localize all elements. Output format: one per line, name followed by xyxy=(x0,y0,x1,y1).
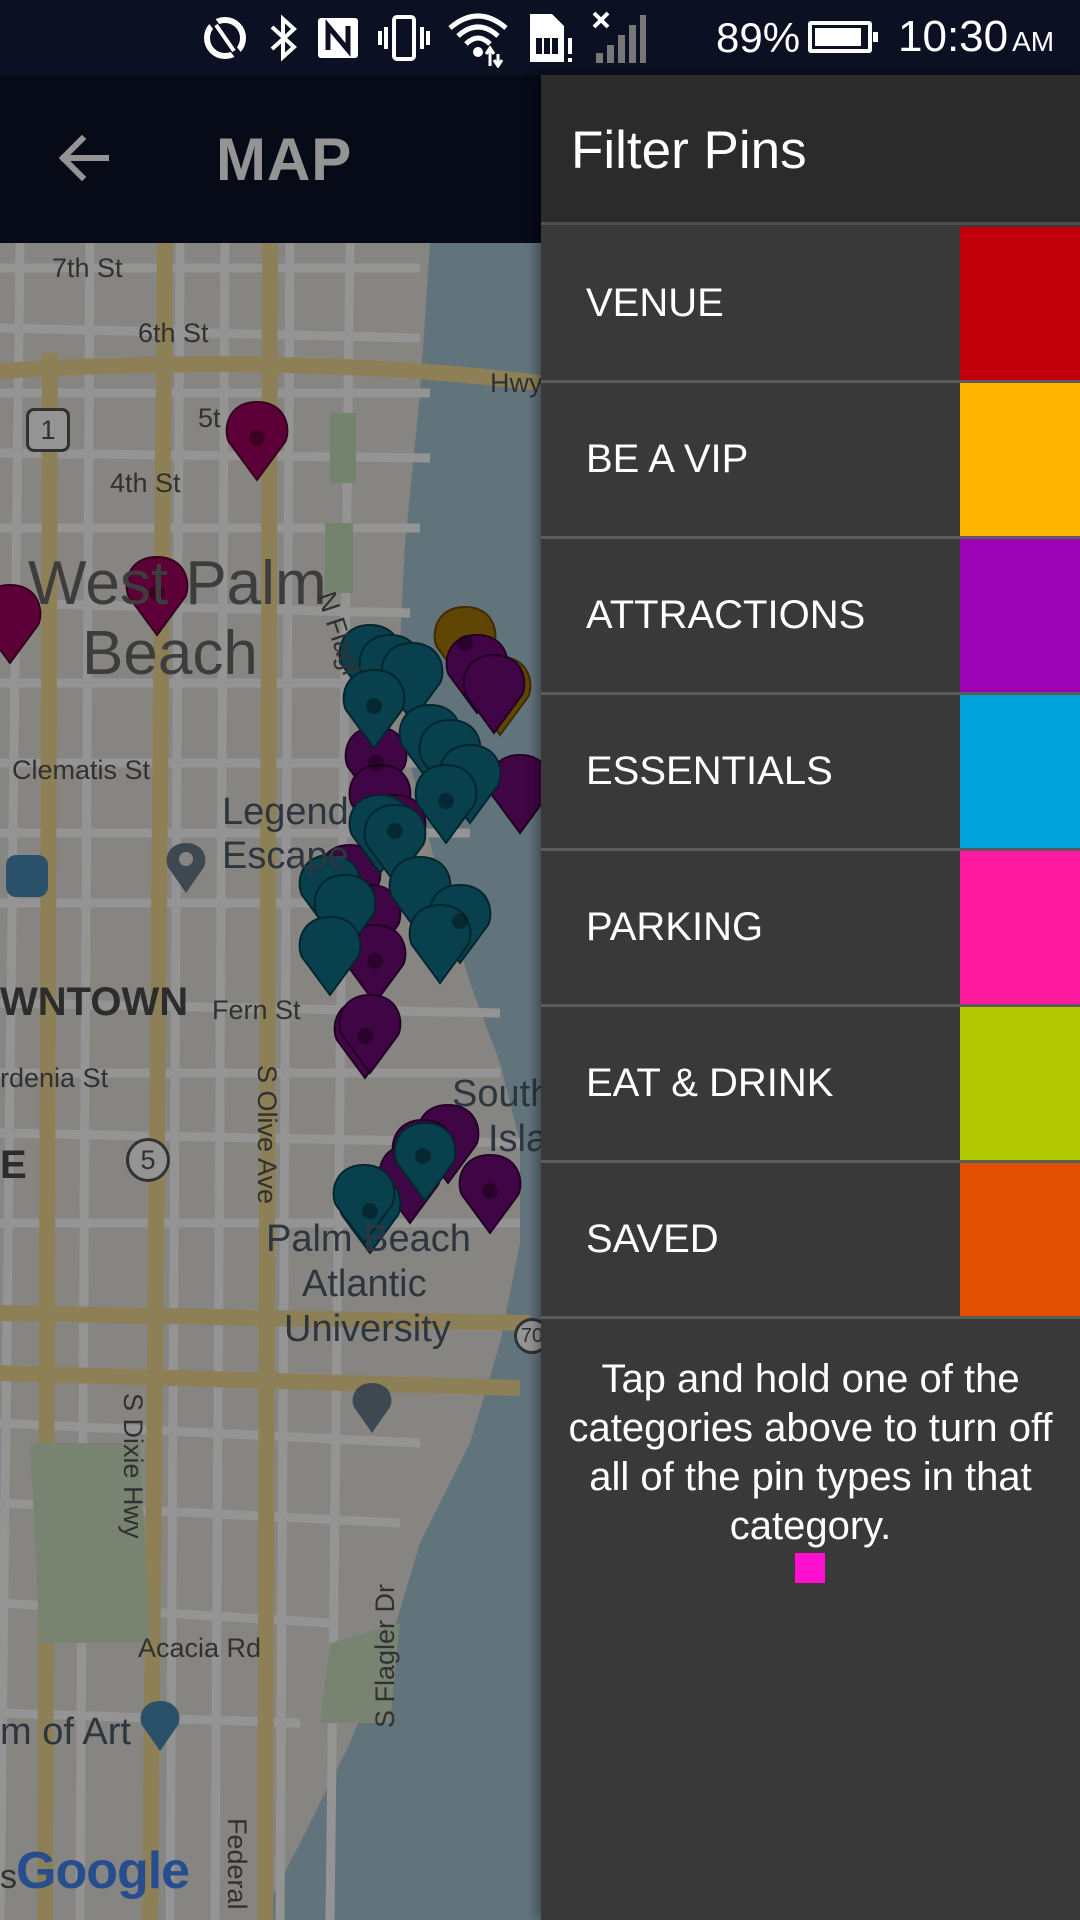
clock: 10:30 AM xyxy=(898,12,1054,62)
map-label-acacia: Acacia Rd xyxy=(138,1633,262,1663)
filter-item-parking[interactable]: PARKING xyxy=(541,851,1080,1007)
filter-item-saved[interactable]: SAVED xyxy=(541,1163,1080,1319)
filter-item-venue[interactable]: VENUE xyxy=(541,227,1080,383)
nfc-icon xyxy=(314,14,362,62)
google-logo: sGoogle xyxy=(0,1841,190,1901)
filter-label: SAVED xyxy=(586,1217,719,1261)
filter-label: EAT & DRINK xyxy=(586,1061,834,1105)
map-label-s-flagler: S Flagler Dr xyxy=(370,1583,400,1728)
map-label-federal: Federal xyxy=(222,1818,252,1910)
color-swatch xyxy=(960,1163,1080,1316)
map-label-west-palm: West Palm xyxy=(28,549,327,618)
map-label-clematis: Clematis St xyxy=(12,755,151,785)
battery-percent: 89% xyxy=(716,14,801,61)
map-label-hwy: Hwy xyxy=(490,368,543,398)
filter-item-essentials[interactable]: ESSENTIALS xyxy=(541,695,1080,851)
arrow-left-icon[interactable] xyxy=(50,123,120,193)
drawer-title: Filter Pins xyxy=(571,121,807,180)
map-label-escape: Escape xyxy=(222,835,349,877)
color-swatch xyxy=(960,383,1080,536)
color-swatch xyxy=(960,695,1080,848)
map-label-5th-st: 5t xyxy=(198,403,221,433)
google-logo-text: Google xyxy=(16,1842,190,1900)
filter-item-attractions[interactable]: ATTRACTIONS xyxy=(541,539,1080,695)
drawer-header: Filter Pins xyxy=(541,75,1080,225)
signal-no-service-icon xyxy=(590,9,648,67)
color-swatch xyxy=(960,1007,1080,1160)
bluetooth-icon xyxy=(266,11,300,65)
map-label-e: E xyxy=(0,1143,27,1187)
filter-label: VENUE xyxy=(586,281,724,325)
hint-dot xyxy=(795,1553,825,1583)
map-label-isla: Isla xyxy=(488,1118,548,1160)
map-label-south: South xyxy=(452,1073,552,1115)
color-swatch xyxy=(960,227,1080,380)
vibrate-icon xyxy=(376,11,432,65)
map-label-4th-st: 4th St xyxy=(110,468,181,498)
map-label-s-olive: S Olive Ave xyxy=(252,1065,282,1205)
battery-icon xyxy=(808,21,878,53)
filter-label: ATTRACTIONS xyxy=(586,593,866,637)
map-label-legend: Legend xyxy=(222,791,349,833)
clock-time: 10:30 xyxy=(898,12,1009,61)
filter-label: BE A VIP xyxy=(586,437,749,481)
status-icons xyxy=(198,6,648,70)
filter-item-be-a-vip[interactable]: BE A VIP xyxy=(541,383,1080,539)
filter-list: VENUE BE A VIP ATTRACTIONS ESSENTIALS PA… xyxy=(541,227,1080,1319)
sim-alert-icon xyxy=(524,10,576,66)
map-label-fern-st: Fern St xyxy=(212,995,301,1025)
filter-label: ESSENTIALS xyxy=(586,749,833,793)
status-bar: 89% 10:30 AM xyxy=(0,0,1080,75)
map-label-palm-beach: Palm Beach xyxy=(266,1218,471,1260)
drawer-hint-text: Tap and hold one of the categories above… xyxy=(568,1357,1053,1548)
google-logo-prefix: s xyxy=(0,1858,17,1896)
map-label-6th-st: 6th St xyxy=(138,318,209,348)
map-label-beach: Beach xyxy=(82,619,258,688)
route-5-shield: 5 xyxy=(126,1138,170,1182)
map-label-museum-of-art: m of Art xyxy=(0,1711,131,1753)
color-swatch xyxy=(960,851,1080,1004)
clock-ampm: AM xyxy=(1012,26,1055,57)
wifi-icon xyxy=(446,8,510,68)
nfc-tap-icon xyxy=(198,11,252,65)
map-label-gardenia: rdenia St xyxy=(0,1063,109,1093)
route-1-shield: 1 xyxy=(26,408,70,452)
filter-label: PARKING xyxy=(586,905,764,949)
filter-item-eat-and-drink[interactable]: EAT & DRINK xyxy=(541,1007,1080,1163)
page-title: MAP xyxy=(216,126,353,193)
color-swatch xyxy=(960,539,1080,692)
map-label-atlantic: Atlantic xyxy=(302,1263,427,1305)
filter-drawer: Filter Pins VENUE BE A VIP ATTRACTIONS E… xyxy=(541,75,1080,1920)
map-label-university: University xyxy=(284,1308,451,1350)
map-label-s-dixie: S Dixie Hwy xyxy=(118,1393,148,1539)
map-label-downtown: WNTOWN xyxy=(0,980,189,1024)
map-label-7th-st: 7th St xyxy=(52,253,123,283)
